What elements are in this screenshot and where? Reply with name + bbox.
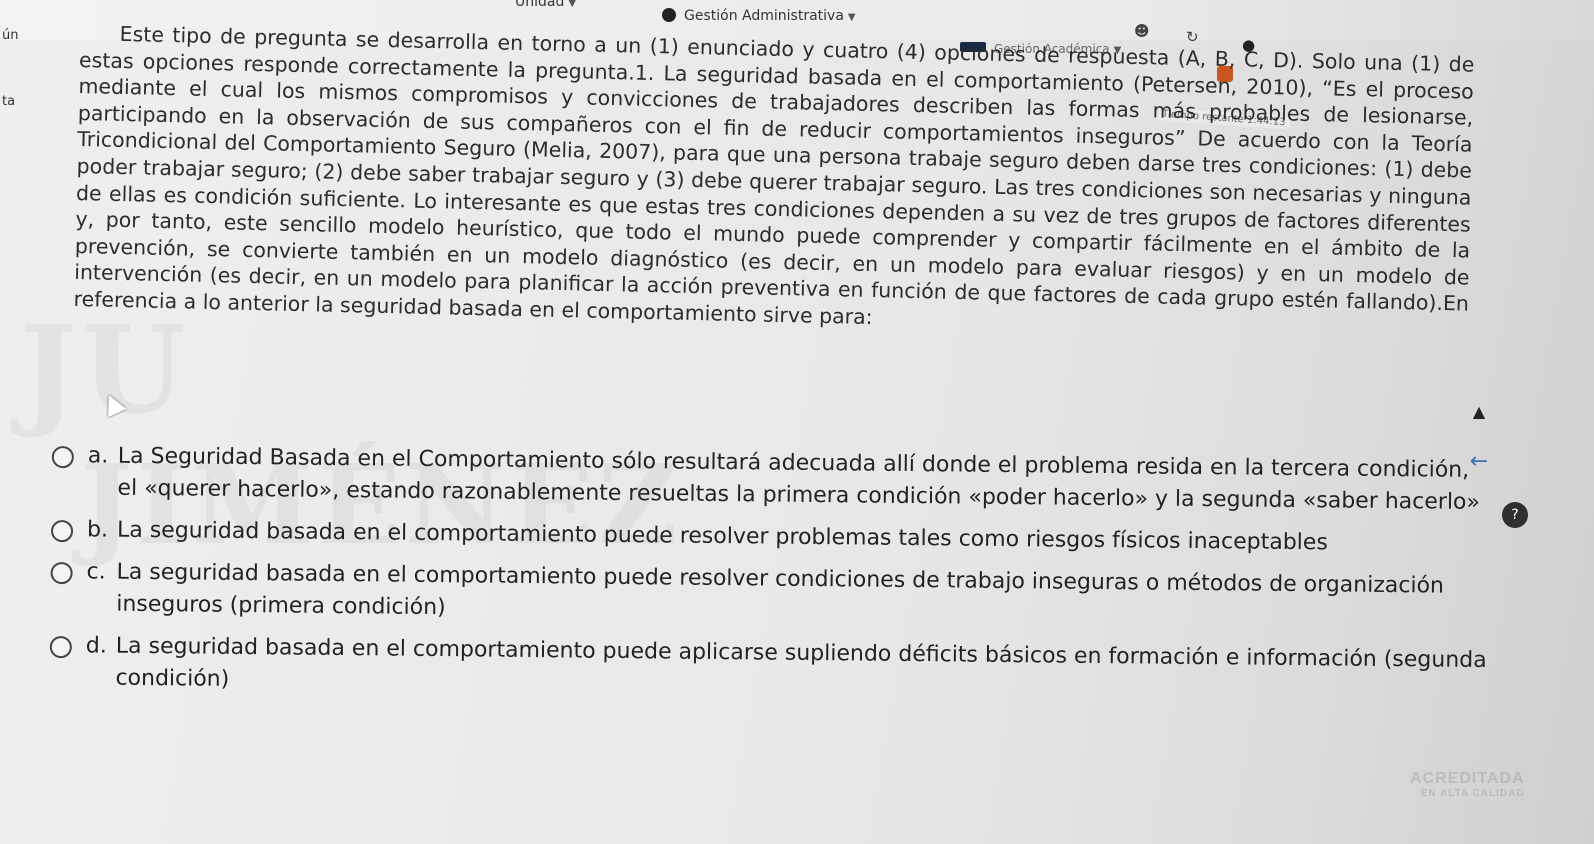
chevron-down-icon: ▼ <box>847 12 856 23</box>
option-a-text: La Seguridad Basada en el Comportamiento… <box>117 443 1481 515</box>
info-icon <box>662 8 676 22</box>
sidebar-label-2[interactable]: ta <box>2 94 15 109</box>
nav-unidad-label: Unidad <box>515 0 565 10</box>
option-d-letter: d. <box>85 633 107 659</box>
option-a[interactable]: a. La Seguridad Basada en el Comportamie… <box>51 440 1492 519</box>
question-text: Este tipo de pregunta se desarrolla en t… <box>73 21 1475 329</box>
help-icon[interactable]: ? <box>1502 502 1528 528</box>
option-c[interactable]: c. La seguridad basada en el comportamie… <box>50 556 1491 635</box>
option-c-letter: c. <box>86 559 106 585</box>
option-b-text: La seguridad basada en el comportamiento… <box>116 517 1328 556</box>
nav-unidad-menu[interactable]: Unidad ▼ <box>515 0 576 10</box>
sidebar-label-1[interactable]: ún <box>2 28 18 43</box>
question-stem: Este tipo de pregunta se desarrolla en t… <box>73 20 1474 344</box>
answer-options: a. La Seguridad Basada en el Comportamie… <box>49 440 1492 719</box>
option-b[interactable]: b. La seguridad basada en el comportamie… <box>50 514 1491 561</box>
chevron-down-icon: ▼ <box>568 0 577 9</box>
option-d[interactable]: d. La seguridad basada en el comportamie… <box>49 630 1490 709</box>
watermark-text: JU <box>20 300 190 441</box>
radio-option-d[interactable] <box>49 635 72 659</box>
nav-gestion-administrativa-label: Gestión Administrativa <box>684 8 844 24</box>
option-c-text: La seguridad basada en el comportamiento… <box>116 559 1445 621</box>
radio-option-b[interactable] <box>50 519 74 543</box>
radio-option-c[interactable] <box>50 561 73 585</box>
nav-gestion-administrativa-menu[interactable]: Gestión Administrativa ▼ <box>662 8 856 24</box>
accreditation-line-1: ACREDITADA <box>1410 770 1525 787</box>
option-b-letter: b. <box>86 517 109 543</box>
option-d-text: La seguridad basada en el comportamiento… <box>115 633 1487 692</box>
radio-option-a[interactable] <box>51 445 74 469</box>
accreditation-line-2: EN ALTA CALIDAD <box>1420 788 1525 799</box>
back-arrow-icon[interactable]: ← <box>1466 448 1492 474</box>
user-icon[interactable]: ☻ <box>1134 22 1150 40</box>
refresh-icon[interactable]: ↻ <box>1186 28 1199 46</box>
option-a-letter: a. <box>87 443 109 469</box>
accreditation-seal: ACREDITADA EN ALTA CALIDAD <box>1410 770 1525 799</box>
scroll-top-icon[interactable]: ▲ <box>1466 398 1492 424</box>
